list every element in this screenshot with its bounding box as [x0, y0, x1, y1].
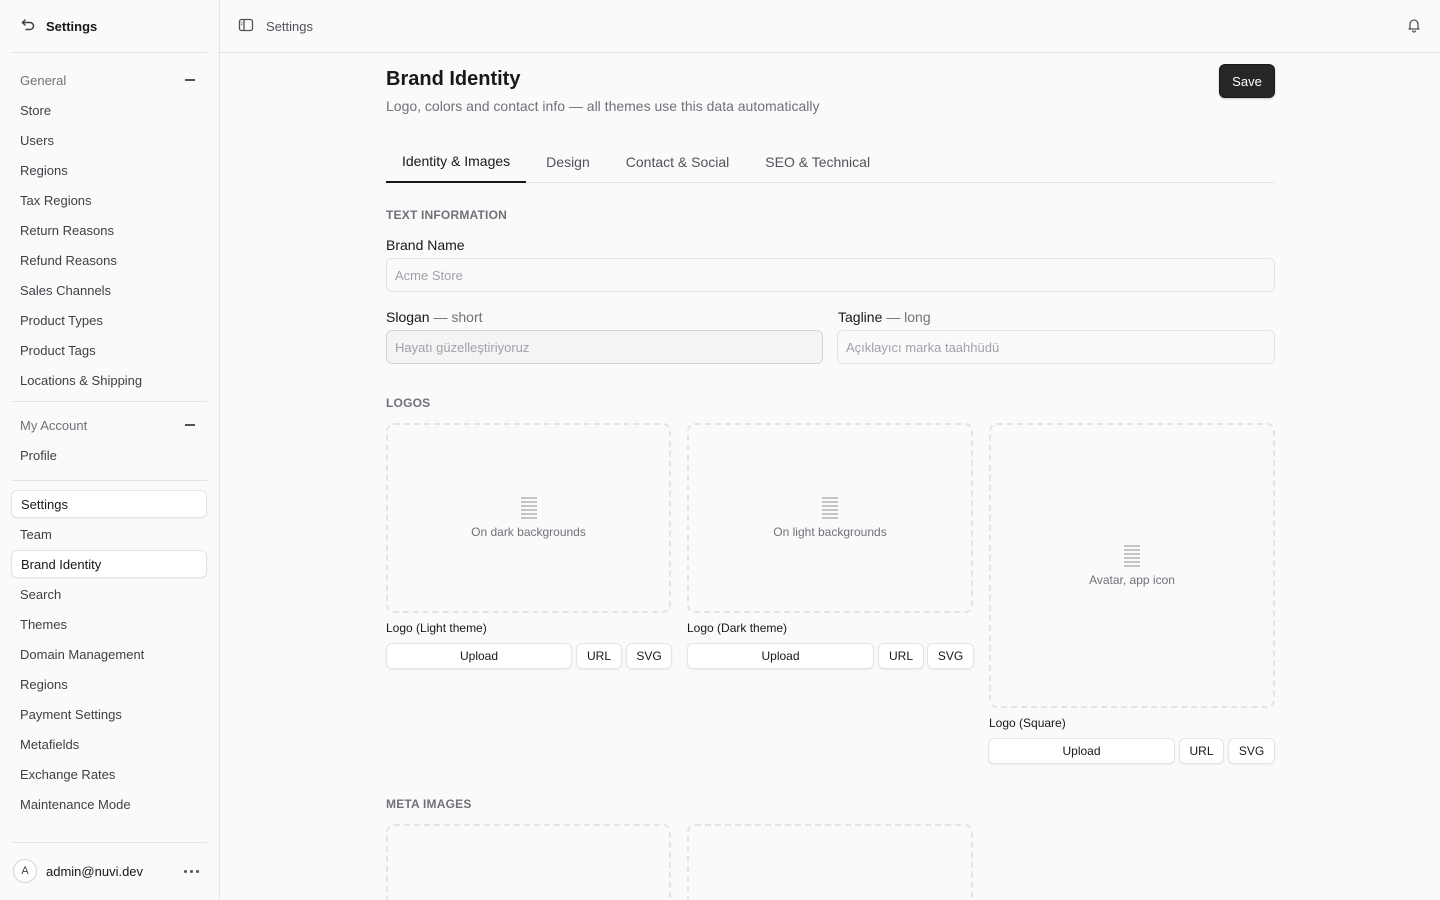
sidebar-item-return-reasons[interactable]: Return Reasons	[0, 215, 219, 245]
image-icon	[1124, 544, 1140, 567]
user-email: admin@nuvi.dev	[46, 863, 144, 879]
sidebar-item-maintenance-mode[interactable]: Maintenance Mode	[0, 789, 219, 819]
sidebar-item-metafields[interactable]: Metafields	[0, 729, 219, 759]
tagline-hint: — long	[886, 309, 931, 325]
image-icon	[822, 497, 838, 519]
page-subtitle: Logo, colors and contact info — all them…	[386, 98, 820, 114]
logo-light-hint: On dark backgrounds	[471, 525, 586, 539]
brand-name-label: Brand Name	[386, 237, 465, 253]
sidebar-item-settings[interactable]: Settings	[11, 490, 207, 518]
sidebar-toggle-icon[interactable]	[238, 17, 254, 36]
logo-square-url-button[interactable]: URL	[1179, 738, 1224, 764]
avatar: A	[13, 859, 37, 883]
logo-dark-svg-button[interactable]: SVG	[927, 643, 974, 669]
tab-contact-social[interactable]: Contact & Social	[610, 140, 746, 183]
collapse-icon	[185, 424, 195, 426]
sidebar-item-users[interactable]: Users	[0, 125, 219, 155]
brand-name-placeholder: Acme Store	[395, 267, 463, 283]
tab-bar: Identity & Images Design Contact & Socia…	[386, 140, 1275, 183]
sidebar-item-team[interactable]: Team	[0, 519, 219, 549]
sidebar-item-profile[interactable]: Profile	[0, 440, 219, 470]
sidebar-item-brand-identity[interactable]: Brand Identity	[11, 550, 207, 578]
logo-square-upload-button[interactable]: Upload	[988, 738, 1175, 764]
sidebar-item-sales-channels[interactable]: Sales Channels	[0, 275, 219, 305]
logo-light-upload-button[interactable]: Upload	[386, 643, 572, 669]
meta-images-heading: META IMAGES	[386, 797, 472, 811]
slogan-hint: — short	[433, 309, 483, 325]
tab-seo-technical[interactable]: SEO & Technical	[749, 140, 886, 183]
tagline-label-text: Tagline	[838, 309, 883, 325]
slogan-input[interactable]: Hayatı güzelleştiriyoruz	[386, 330, 823, 364]
settings-items: Settings Team Brand Identity Search Them…	[0, 490, 219, 819]
account-section-label: My Account	[20, 417, 88, 433]
collapse-icon	[185, 79, 195, 81]
sidebar-footer: A admin@nuvi.dev	[0, 842, 219, 900]
sidebar-item-payment-settings[interactable]: Payment Settings	[0, 699, 219, 729]
tagline-label: Tagline — long	[838, 309, 931, 325]
sidebar-item-exchange-rates[interactable]: Exchange Rates	[0, 759, 219, 789]
logo-square-hint: Avatar, app icon	[1089, 572, 1175, 587]
logo-dark-label: Logo (Dark theme)	[687, 621, 788, 635]
account-section-toggle[interactable]: My Account	[0, 410, 219, 440]
logo-light-dropzone[interactable]: On dark backgrounds	[386, 423, 671, 613]
sidebar-back-link[interactable]: Settings	[0, 0, 219, 52]
divider	[12, 401, 207, 402]
more-icon[interactable]	[184, 869, 199, 873]
divider	[12, 52, 207, 53]
sidebar-item-domain-management[interactable]: Domain Management	[0, 639, 219, 669]
back-arrow-icon	[20, 17, 36, 36]
tagline-placeholder: Açıklayıcı marka taahhüdü	[846, 339, 1000, 355]
brand-name-input[interactable]: Acme Store	[386, 258, 1275, 292]
tab-design[interactable]: Design	[530, 140, 606, 183]
divider	[12, 480, 207, 481]
slogan-label-text: Slogan	[386, 309, 430, 325]
image-icon	[520, 497, 537, 519]
tab-identity-images[interactable]: Identity & Images	[386, 140, 527, 183]
bell-icon[interactable]	[1406, 17, 1422, 36]
slogan-label: Slogan — short	[386, 309, 483, 325]
logo-square-dropzone[interactable]: Avatar, app icon	[989, 423, 1275, 708]
logo-dark-url-button[interactable]: URL	[878, 643, 924, 669]
sidebar-item-regions[interactable]: Regions	[0, 155, 219, 185]
logo-light-url-button[interactable]: URL	[576, 643, 622, 669]
logo-light-svg-button[interactable]: SVG	[626, 643, 672, 669]
sidebar-item-tax-regions[interactable]: Tax Regions	[0, 185, 219, 215]
save-button[interactable]: Save	[1219, 64, 1275, 98]
logo-dark-dropzone[interactable]: On light backgrounds	[687, 423, 973, 613]
logo-square-svg-button[interactable]: SVG	[1228, 738, 1275, 764]
sidebar-item-search[interactable]: Search	[0, 579, 219, 609]
general-section-toggle[interactable]: General	[0, 65, 219, 95]
sidebar-item-locations-shipping[interactable]: Locations & Shipping	[0, 365, 219, 395]
general-items: Store Users Regions Tax Regions Return R…	[0, 95, 219, 395]
meta-image-dropzone-2[interactable]	[687, 824, 973, 900]
page-title: Brand Identity	[386, 68, 521, 90]
sidebar-title: Settings	[46, 18, 98, 34]
sidebar-item-regions-2[interactable]: Regions	[0, 669, 219, 699]
text-information-heading: TEXT INFORMATION	[386, 208, 507, 222]
logos-heading: LOGOS	[386, 396, 431, 410]
tagline-input[interactable]: Açıklayıcı marka taahhüdü	[837, 330, 1275, 364]
logo-light-label: Logo (Light theme)	[386, 621, 487, 635]
meta-image-dropzone-1[interactable]	[386, 824, 671, 900]
general-section-label: General	[20, 72, 67, 88]
logo-dark-hint: On light backgrounds	[773, 525, 887, 539]
sidebar-item-refund-reasons[interactable]: Refund Reasons	[0, 245, 219, 275]
user-menu[interactable]: A admin@nuvi.dev	[0, 843, 219, 899]
sidebar-item-store[interactable]: Store	[0, 95, 219, 125]
sidebar: Settings General Store Users Regions Tax…	[0, 0, 220, 900]
slogan-placeholder: Hayatı güzelleştiriyoruz	[395, 339, 530, 355]
topbar: Settings	[220, 0, 1440, 53]
logo-square-label: Logo (Square)	[989, 716, 1066, 730]
breadcrumb[interactable]: Settings	[266, 19, 313, 34]
sidebar-item-product-types[interactable]: Product Types	[0, 305, 219, 335]
logo-dark-upload-button[interactable]: Upload	[687, 643, 874, 669]
sidebar-item-themes[interactable]: Themes	[0, 609, 219, 639]
sidebar-item-product-tags[interactable]: Product Tags	[0, 335, 219, 365]
